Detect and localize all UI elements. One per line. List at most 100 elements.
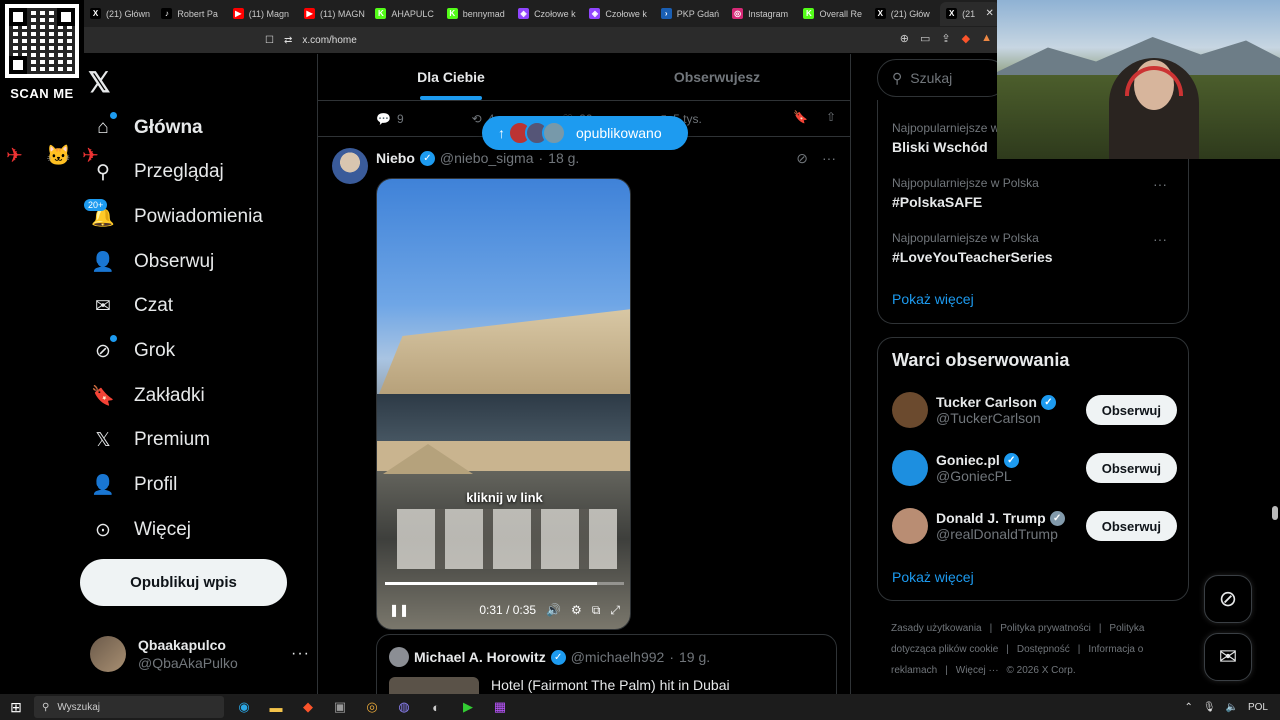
pkp-icon: ›: [660, 8, 672, 19]
browser-tab[interactable]: ◈ Czołowe k: [583, 2, 652, 26]
follow-show-more-link[interactable]: Pokaż więcej: [892, 569, 974, 585]
share-icon[interactable]: ⇪: [941, 32, 950, 45]
speaker-icon[interactable]: 🔈: [1226, 702, 1238, 713]
edge-icon[interactable]: ◉: [234, 698, 254, 716]
nav-item-more-circle[interactable]: ⊙ Więcej: [90, 510, 191, 550]
close-tab-icon[interactable]: ✕: [986, 8, 994, 19]
reply-button[interactable]: 💬 9: [376, 112, 404, 126]
trend-item[interactable]: Najpopularniejsze w Polska #PolskaSAFE ···: [892, 176, 1177, 210]
mic-icon[interactable]: 🎙: [1203, 702, 1216, 713]
follow-button[interactable]: Obserwuj: [1085, 511, 1177, 541]
share-icon[interactable]: ⇧: [826, 110, 836, 124]
footer-separator: |: [989, 623, 993, 634]
browser-tab[interactable]: ◈ Czołowe k: [512, 2, 581, 26]
play-icon[interactable]: ▶: [458, 698, 478, 716]
footer-link[interactable]: Zasady użytkowania: [891, 623, 982, 634]
language-indicator[interactable]: POL: [1248, 702, 1268, 713]
footer-link[interactable]: Polityka prywatności: [1000, 623, 1091, 634]
follow-suggestion[interactable]: Tucker Carlson ✓ @TuckerCarlson Obserwuj: [892, 388, 1177, 432]
browser-tab[interactable]: X (21) Głów: [869, 2, 938, 26]
url-field[interactable]: ☐ ⇄ x.com/home: [265, 31, 865, 49]
twitch-icon: ◈: [518, 8, 530, 19]
follow-button[interactable]: Obserwuj: [1085, 395, 1177, 425]
tab-for-you[interactable]: Dla Ciebie: [318, 54, 584, 100]
follow-suggestion[interactable]: Donald J. Trump ✓ @realDonaldTrump Obserwuj: [892, 504, 1177, 548]
follow-button[interactable]: Obserwuj: [1085, 453, 1177, 483]
avatar[interactable]: [892, 392, 928, 428]
browser-tab[interactable]: ♪ Robert Pa: [155, 2, 224, 26]
bookmark-icon[interactable]: 🔖: [793, 110, 808, 124]
windows-start-icon[interactable]: ⊞: [0, 699, 32, 716]
nav-item-bell[interactable]: 🔔 Powiadomienia 20+: [84, 197, 263, 237]
trends-show-more-link[interactable]: Pokaż więcej: [892, 291, 974, 307]
taskbar-search[interactable]: ⚲ Wyszukaj: [34, 696, 224, 718]
video-progress-bar[interactable]: [385, 582, 624, 585]
footer-link[interactable]: © 2026 X Corp.: [1007, 665, 1076, 676]
more-dots-icon[interactable]: ···: [291, 645, 310, 663]
new-posts-pill[interactable]: ↑ opublikowano: [482, 116, 688, 150]
browser-tab[interactable]: ◎ Instagram: [726, 2, 795, 26]
browser-tab[interactable]: › PKP Gdań: [655, 2, 724, 26]
settings-gear-icon[interactable]: ⚙: [571, 603, 582, 617]
scrollbar-thumb[interactable]: [1272, 506, 1278, 520]
grok-icon[interactable]: ⊘: [796, 150, 808, 167]
nav-item-home[interactable]: ⌂ Główna: [90, 108, 203, 148]
avatar[interactable]: [892, 508, 928, 544]
pip-icon[interactable]: ⧉: [592, 603, 601, 618]
app-icon[interactable]: ▣: [330, 698, 350, 716]
url-text[interactable]: x.com/home: [302, 35, 356, 46]
trend-item[interactable]: Najpopularniejsze w Polska #LoveYouTeache…: [892, 231, 1177, 265]
nav-item-search[interactable]: ⚲ Przeglądaj: [90, 152, 224, 192]
zoom-icon[interactable]: ⊕: [900, 32, 909, 45]
browser-tab[interactable]: X (21) Główn: [84, 2, 153, 26]
post-button[interactable]: Opublikuj wpis: [80, 559, 287, 606]
account-switcher[interactable]: Qbaakapulco @QbaAkaPulko ···: [90, 633, 310, 675]
browser-tab[interactable]: K Overall Re: [797, 2, 866, 26]
chrome-icon[interactable]: ◎: [362, 698, 382, 716]
discord-icon[interactable]: ◍: [394, 698, 414, 716]
follow-suggestion[interactable]: Goniec.pl ✓ @GoniecPL Obserwuj: [892, 446, 1177, 490]
nav-item-profile[interactable]: 👤 Profil: [90, 465, 177, 505]
chevron-up-icon[interactable]: ⌃: [1184, 702, 1192, 713]
browser-tab[interactable]: K AHAPULC: [369, 2, 438, 26]
brave-icon[interactable]: ◆: [298, 698, 318, 716]
pause-icon[interactable]: ❚❚: [389, 603, 409, 617]
messages-floating-button[interactable]: ✉: [1204, 633, 1252, 681]
footer-link[interactable]: Dostępność: [1017, 644, 1070, 655]
site-settings-icon[interactable]: ⇄: [284, 35, 292, 46]
brave-shield-icon[interactable]: ◆: [962, 32, 970, 45]
browser-tab[interactable]: ▶ (11) Magn: [227, 2, 296, 26]
explorer-icon[interactable]: ▬: [266, 698, 286, 716]
browser-tab-active[interactable]: X (21 ✕: [940, 1, 1000, 26]
more-dots-icon[interactable]: ···: [822, 150, 836, 167]
nav-item-grok[interactable]: ⊘ Grok: [90, 331, 175, 371]
nav-item-x-logo[interactable]: 𝕏 Premium: [90, 420, 210, 460]
tweet-avatar[interactable]: [332, 148, 368, 184]
bookmark-page-icon[interactable]: ☐: [265, 35, 274, 46]
grok-floating-button[interactable]: ⊘: [1204, 575, 1252, 623]
nav-item-mail[interactable]: ✉ Czat: [90, 286, 173, 326]
nav-item-person-add[interactable]: 👤 Obserwuj: [90, 242, 214, 282]
obs-icon[interactable]: ◐: [426, 698, 446, 716]
qr-code-overlay: SCAN ME: [0, 0, 84, 107]
tweet-video[interactable]: kliknij w link ❚❚ 0:31 / 0:35 🔊 ⚙ ⧉ ⤢: [376, 178, 631, 630]
tab-following[interactable]: Obserwujesz: [584, 54, 850, 100]
tweet-author-name[interactable]: Niebo: [376, 150, 415, 166]
x-logo-icon[interactable]: 𝕏: [88, 66, 111, 99]
cast-icon[interactable]: ▭: [920, 32, 930, 45]
footer-link[interactable]: Więcej ···: [956, 665, 999, 676]
avatar[interactable]: [892, 450, 928, 486]
quoted-tweet[interactable]: Michael A. Horowitz ✓ @michaelh992 · 19 …: [376, 634, 837, 694]
tweet-time[interactable]: 18 g.: [548, 150, 579, 166]
more-dots-icon[interactable]: ···: [1153, 231, 1167, 247]
nav-item-bookmark[interactable]: 🔖 Zakładki: [90, 376, 205, 416]
tweet-author-handle[interactable]: @niebo_sigma: [440, 150, 534, 166]
browser-tab[interactable]: Kbennymad: [441, 2, 510, 26]
browser-tab[interactable]: ▶ (11) MAGN: [298, 2, 367, 26]
search-input[interactable]: ⚲ Szukaj: [877, 59, 1007, 97]
rewards-icon[interactable]: ▲: [981, 32, 992, 45]
fullscreen-icon[interactable]: ⤢: [610, 603, 620, 618]
app2-icon[interactable]: ▦: [490, 698, 510, 716]
volume-icon[interactable]: 🔊: [546, 603, 561, 617]
more-dots-icon[interactable]: ···: [1153, 176, 1167, 192]
